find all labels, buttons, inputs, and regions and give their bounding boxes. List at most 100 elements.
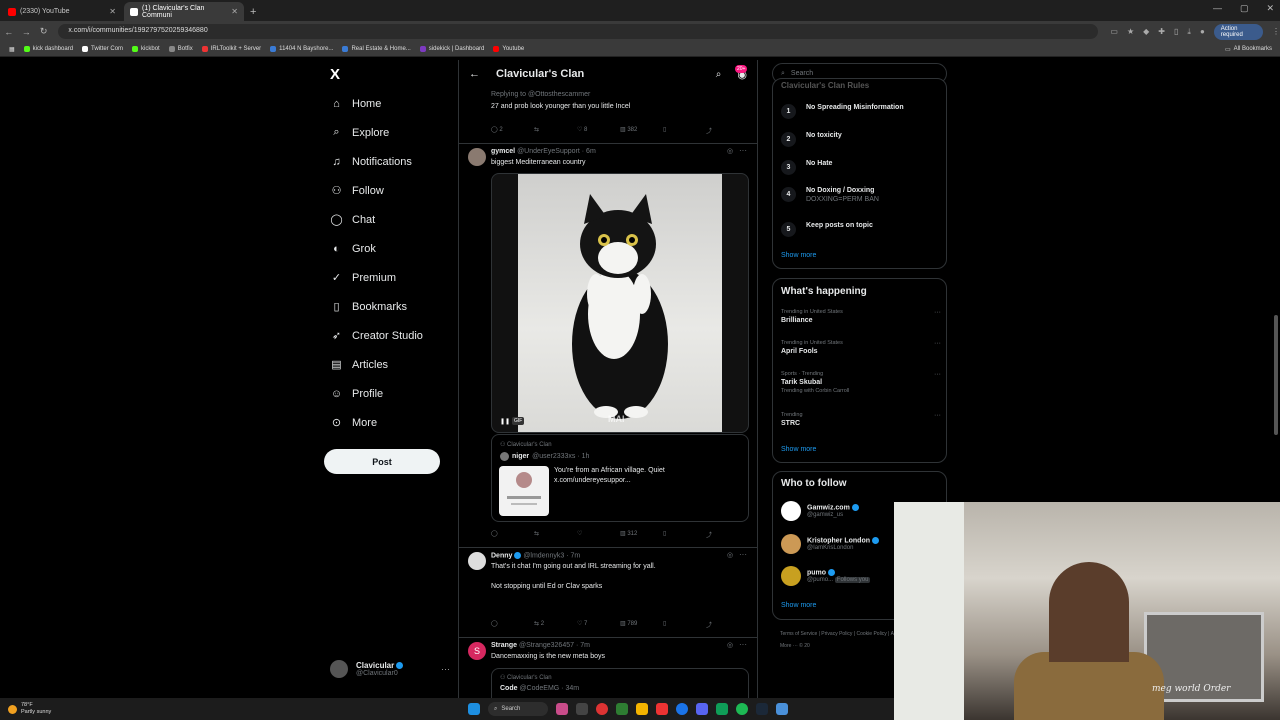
new-tab-button[interactable]: + (250, 6, 256, 18)
close-icon[interactable]: ✕ (231, 7, 238, 16)
quoted-tweet[interactable]: ⚇ Clavicular's Clan Code @CodeEMG · 34m (491, 668, 749, 700)
tweet[interactable]: gymcel @UnderEyeSupport · 6m ◎ ··· bigge… (459, 144, 757, 548)
x-logo[interactable]: X (330, 66, 340, 83)
tweet[interactable]: S Strange @Strange326457 · 7m ◎ ··· Danc… (459, 638, 757, 700)
sidebar-item-bookmarks[interactable]: ▯ Bookmarks (330, 300, 407, 314)
sidebar-item-grok[interactable]: ◐ Grok (330, 242, 376, 255)
star-icon[interactable]: ★ (1127, 27, 1134, 36)
more-icon[interactable]: ··· (739, 146, 747, 155)
more-icon[interactable]: ··· (934, 340, 941, 347)
file-explorer-icon[interactable] (636, 703, 648, 715)
close-window-icon[interactable]: ✕ (1266, 3, 1274, 14)
bookmark-icon[interactable]: ▯ (663, 126, 706, 135)
discord-icon[interactable] (696, 703, 708, 715)
bookmark-item[interactable]: Twitter Com (82, 46, 123, 52)
trend-item[interactable]: Trending STRC ··· (781, 412, 941, 427)
sidebar-item-creator-studio[interactable]: ➶ Creator Studio (330, 329, 423, 343)
sidebar-item-more[interactable]: ⊙ More (330, 416, 377, 430)
bookmark-icon[interactable]: ▯ (663, 530, 706, 539)
tab-clavicular-clan[interactable]: (1) Clavicular's Clan Communi ✕ (124, 2, 244, 21)
windows-start-icon[interactable] (468, 703, 480, 715)
show-more-link[interactable]: Show more (781, 602, 816, 609)
taskbar-search[interactable]: ⌕ Search (488, 702, 548, 716)
task-view-icon[interactable] (576, 703, 588, 715)
tweet[interactable]: Denny @lmdennyk3 · 7m ◎ ··· That's it ch… (459, 548, 757, 638)
like-button[interactable]: ♡ (577, 530, 620, 539)
bookmark-item[interactable]: 11404 N Bayshore... (270, 46, 333, 52)
bookmark-icon[interactable]: ▯ (663, 620, 706, 629)
grok-icon[interactable]: ◎ (727, 641, 733, 649)
views-button[interactable]: ▥ 382 (620, 126, 663, 135)
search-icon[interactable]: ⌕ (716, 69, 722, 80)
views-button[interactable]: ▥ 789 (620, 620, 663, 629)
chrome-icon[interactable] (596, 703, 608, 715)
steam-icon[interactable] (756, 703, 768, 715)
app-icon[interactable] (616, 703, 628, 715)
views-button[interactable]: ▥ 312 (620, 530, 663, 539)
sidebar-icon[interactable]: ▯ (1174, 27, 1178, 36)
sheets-icon[interactable] (716, 703, 728, 715)
reply-button[interactable]: ◯ 2 (491, 126, 534, 135)
reload-icon[interactable]: ↻ (35, 26, 52, 37)
weather-widget[interactable]: 78°F Partly sunny (8, 702, 51, 716)
like-button[interactable]: ♡ 8 (577, 126, 620, 135)
bookmark-item[interactable]: Botfix (168, 46, 193, 52)
back-icon[interactable]: ← (0, 27, 17, 37)
sidebar-item-premium[interactable]: ✓ Premium (330, 271, 396, 285)
scrollbar-thumb[interactable] (1274, 315, 1278, 435)
extension-icon[interactable]: ◆ (1143, 27, 1149, 36)
gif-media[interactable]: MAI ❚❚ GIF (491, 173, 749, 433)
menu-icon[interactable]: ⋮ (1272, 27, 1280, 36)
trend-item[interactable]: Trending in United States Brilliance ··· (781, 309, 941, 324)
quoted-tweet[interactable]: ⚇ Clavicular's Clan niger @user2333xs · … (491, 434, 749, 522)
more-icon[interactable]: ··· (441, 664, 450, 674)
reply-button[interactable]: ◯ (491, 620, 534, 629)
bookmark-item[interactable]: Youtube (493, 46, 524, 52)
forward-icon[interactable]: → (17, 27, 34, 37)
sidebar-item-profile[interactable]: ☺ Profile (330, 387, 383, 400)
pause-icon[interactable]: ❚❚ (500, 418, 510, 425)
minimize-icon[interactable]: — (1213, 3, 1222, 14)
sidebar-item-explore[interactable]: ⌕ Explore (330, 126, 389, 139)
more-icon[interactable]: ··· (739, 640, 747, 649)
close-icon[interactable]: ✕ (109, 7, 116, 16)
action-required-button[interactable]: Action required (1213, 23, 1263, 40)
sidebar-item-follow[interactable]: ⚇ Follow (330, 184, 384, 198)
retweet-button[interactable]: ⇆ (534, 126, 577, 135)
more-icon[interactable]: ··· (934, 309, 941, 316)
trend-item[interactable]: Sports · Trending Tarik Skubal Trending w… (781, 371, 941, 394)
app-icon[interactable] (656, 703, 668, 715)
share-icon[interactable]: ⤴ (706, 530, 749, 539)
copilot-icon[interactable] (556, 703, 568, 715)
bookmark-item[interactable]: IRLToolkit + Server (201, 46, 261, 52)
bookmark-item[interactable]: sidekick | Dashboard (419, 46, 484, 52)
sidebar-item-chat[interactable]: ◯ Chat (330, 213, 375, 227)
show-more-link[interactable]: Show more (781, 446, 816, 453)
more-icon[interactable]: ··· (739, 550, 747, 559)
retweet-button[interactable]: ⇆ (534, 530, 577, 539)
sidebar-item-home[interactable]: ⌂ Home (330, 97, 381, 110)
apps-icon[interactable]: ▦ (9, 46, 15, 53)
share-icon[interactable]: ⤴ (706, 620, 749, 629)
chrome-icon[interactable] (676, 703, 688, 715)
bookmark-item[interactable]: Real Estate & Home... (342, 46, 411, 52)
trend-item[interactable]: Trending in United States April Fools ··· (781, 340, 941, 355)
app-icon[interactable] (776, 703, 788, 715)
puzzle-icon[interactable]: ✚ (1158, 27, 1165, 36)
more-icon[interactable]: ··· (934, 371, 941, 378)
more-icon[interactable]: ··· (934, 412, 941, 419)
install-icon[interactable]: ▭ (1110, 27, 1118, 36)
grok-icon[interactable]: ◎ (727, 551, 733, 559)
address-bar[interactable]: x.com/i/communities/1992797520259346880 (58, 24, 1099, 39)
account-switcher[interactable]: Clavicular @Clavicular0 ··· (330, 660, 450, 678)
profile-avatar[interactable]: ● (1200, 27, 1205, 36)
retweet-button[interactable]: ⇆ 2 (534, 620, 577, 629)
show-more-link[interactable]: Show more (781, 252, 816, 259)
spotify-icon[interactable] (736, 703, 748, 715)
tab-youtube[interactable]: (2330) YouTube ✕ (2, 2, 122, 21)
bookmark-item[interactable]: kick dashboard (23, 46, 73, 52)
share-icon[interactable]: ⤴ (706, 126, 749, 135)
post-button[interactable]: Post (324, 449, 440, 474)
bookmark-item[interactable]: kickbot (132, 46, 160, 52)
maximize-icon[interactable]: ▢ (1240, 3, 1249, 14)
